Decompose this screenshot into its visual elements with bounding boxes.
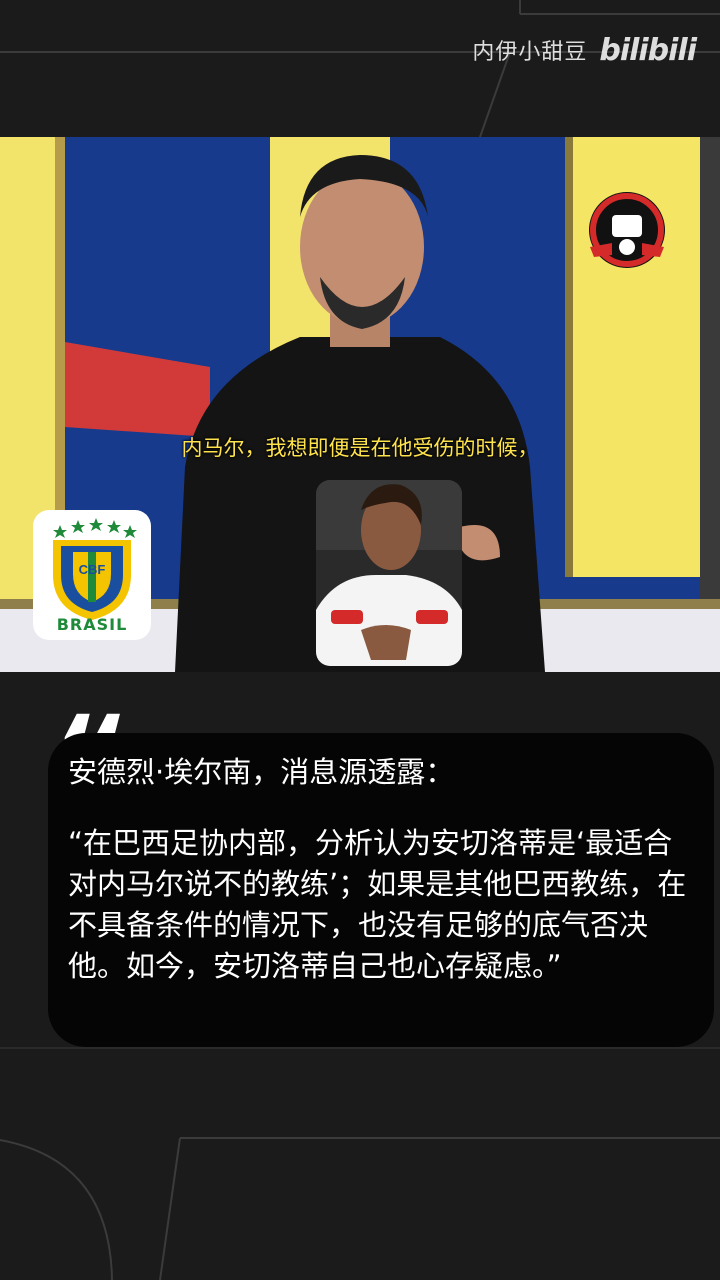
quote-card: 安德烈·埃尔南，消息源透露： “在巴西足协内部，分析认为安切洛蒂是‘最适合对内马… [48, 733, 714, 1047]
watermark-author: 内伊小甜豆 [472, 40, 588, 65]
cbf-badge: CBF BRASIL [33, 510, 151, 640]
player-image [316, 480, 462, 666]
player-photo [316, 480, 462, 666]
show-logo [589, 192, 665, 268]
video-frame[interactable]: 内马尔，我想即便是在他受伤的时候， CBF BRASIL [0, 137, 720, 672]
quote-text: “在巴西足协内部，分析认为安切洛蒂是‘最适合对内马尔说不的教练’；如果是其他巴西… [68, 826, 687, 983]
bilibili-logo: bilibili [599, 32, 697, 68]
cbf-country: BRASIL [56, 615, 128, 634]
quote-source: 安德烈·埃尔南，消息源透露： [68, 755, 455, 789]
video-subtitle: 内马尔，我想即便是在他受伤的时候， [181, 436, 539, 460]
watermark: 内伊小甜豆 bilibili [472, 30, 697, 70]
cbf-abbr: CBF [79, 562, 106, 577]
